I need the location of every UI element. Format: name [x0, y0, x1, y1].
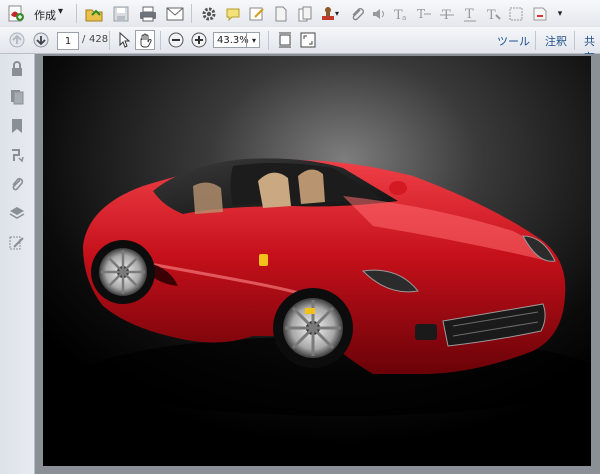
gear-icon	[202, 7, 216, 20]
audio-button[interactable]	[369, 4, 389, 23]
highlight-button[interactable]: T	[483, 4, 503, 23]
document-page	[43, 56, 591, 466]
hand-tool-button[interactable]	[135, 30, 155, 50]
replace-text-button[interactable]: T	[414, 4, 434, 23]
stamp-dropdown-icon: ▾	[334, 9, 339, 18]
speaker-icon	[373, 8, 384, 19]
create-label: 作成	[34, 9, 56, 22]
text-box-button[interactable]: Ta	[391, 4, 411, 23]
zoom-dropdown-button[interactable]: ▾	[246, 32, 261, 48]
email-button[interactable]	[164, 4, 186, 23]
svg-text:T: T	[487, 8, 496, 22]
content-button[interactable]	[8, 234, 26, 252]
fit-width-icon	[279, 32, 291, 48]
bookmark-icon	[12, 119, 22, 133]
previous-page-button[interactable]	[7, 30, 27, 49]
full-screen-icon	[300, 32, 316, 48]
sign-pen-icon	[249, 7, 264, 20]
create-button[interactable]: 作成 ▾	[6, 3, 68, 24]
save-button[interactable]	[111, 4, 131, 23]
comment-button[interactable]	[223, 4, 243, 23]
cursor-arrow-icon	[119, 32, 130, 48]
zoom-value: 43.3%	[217, 34, 249, 46]
svg-text:T: T	[417, 7, 425, 21]
text-icon: Ta	[394, 8, 406, 22]
zoom-in-button[interactable]	[189, 30, 209, 50]
full-screen-button[interactable]	[298, 30, 318, 50]
crop-button[interactable]	[506, 4, 526, 23]
edit-pencil-icon	[9, 236, 24, 250]
signature-icon	[12, 149, 24, 163]
crop-icon	[509, 7, 523, 20]
open-button[interactable]	[84, 4, 104, 23]
arrow-up-circle-icon	[9, 32, 25, 47]
underline-button[interactable]: T	[460, 4, 480, 23]
select-tool-button[interactable]	[113, 30, 133, 50]
strikethrough-icon: T	[440, 8, 454, 22]
bookmarks-button[interactable]	[8, 117, 26, 135]
more-tools-dropdown[interactable]: ▾	[554, 4, 566, 23]
zoom-in-icon	[191, 32, 207, 48]
sticky-note-button[interactable]	[247, 4, 267, 23]
main-toolbar: 作成 ▾ ▾ Ta T T T T ▾	[0, 0, 600, 28]
highlight-text-icon: T	[487, 8, 501, 22]
folder-open-icon	[85, 9, 103, 21]
paperclip-icon	[12, 177, 24, 191]
chevron-down-icon: ▾	[251, 35, 256, 45]
printer-icon	[140, 6, 156, 21]
attach-link-icon	[533, 7, 547, 20]
strikethrough-button[interactable]: T	[437, 4, 457, 23]
attachments-button[interactable]	[8, 175, 26, 193]
document-view	[35, 54, 600, 474]
svg-text:a: a	[402, 14, 406, 22]
next-page-button[interactable]	[31, 30, 51, 49]
speech-bubble-icon	[226, 8, 240, 21]
lock-icon	[12, 61, 22, 76]
paperclip-icon	[352, 7, 364, 20]
page-separator: /	[82, 34, 86, 45]
save-icon	[113, 6, 129, 21]
fit-page-button[interactable]	[275, 30, 295, 50]
security-button[interactable]	[8, 60, 26, 78]
pages-icon	[298, 6, 312, 21]
chevron-down-icon: ▾	[58, 6, 64, 17]
settings-button[interactable]	[199, 4, 219, 23]
zoom-out-button[interactable]	[166, 30, 186, 50]
attach-doc-button[interactable]	[271, 4, 291, 23]
tools-link[interactable]: ツール	[497, 33, 530, 49]
layers-icon	[9, 207, 25, 219]
total-pages: 428	[89, 34, 109, 45]
attach-file-button[interactable]	[347, 4, 367, 23]
page-number-input[interactable]: 1	[57, 32, 79, 50]
red-sports-car-image	[43, 56, 591, 466]
chevron-down-icon: ▾	[557, 8, 563, 19]
document-icon	[275, 6, 287, 21]
page-thumbnails-icon	[11, 90, 24, 105]
svg-text:T: T	[465, 7, 474, 22]
navigation-pane	[0, 54, 35, 474]
arrow-down-circle-icon	[33, 32, 49, 47]
signatures-button[interactable]	[8, 146, 26, 164]
create-pdf-icon	[8, 5, 24, 22]
underline-icon: T	[464, 7, 476, 22]
zoom-out-icon	[168, 32, 184, 48]
attach-link-button[interactable]	[528, 4, 552, 23]
hand-icon	[140, 33, 152, 47]
extract-pages-button[interactable]	[295, 4, 315, 23]
replace-text-icon: T	[417, 7, 431, 21]
stamp-button[interactable]: ▾	[317, 4, 343, 23]
comment-link[interactable]: 注釈	[545, 33, 567, 49]
envelope-icon	[166, 7, 184, 20]
layers-button[interactable]	[8, 204, 26, 222]
stamp-icon	[321, 6, 334, 20]
print-button[interactable]	[137, 4, 159, 23]
pages-thumbnail-button[interactable]	[8, 88, 26, 106]
